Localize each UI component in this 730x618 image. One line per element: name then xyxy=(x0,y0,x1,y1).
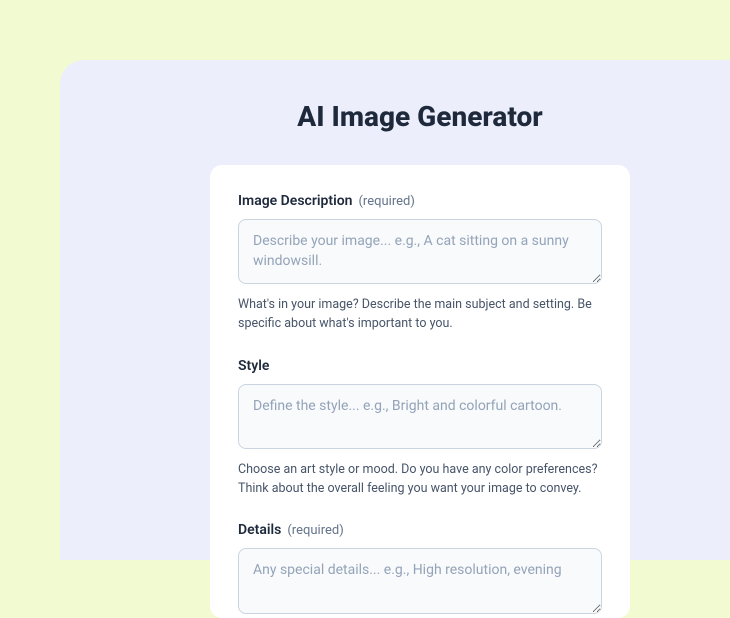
required-tag: (required) xyxy=(287,523,343,538)
image-description-input[interactable] xyxy=(238,219,602,284)
style-input[interactable] xyxy=(238,384,602,449)
field-label-details: Details xyxy=(238,522,281,538)
field-label-style: Style xyxy=(238,358,269,374)
field-style: Style Choose an art style or mood. Do yo… xyxy=(238,358,602,499)
main-panel: AI Image Generator Image Description (re… xyxy=(60,60,730,560)
field-image-description: Image Description (required) What's in y… xyxy=(238,193,602,334)
label-row: Style xyxy=(238,358,602,374)
page-title: AI Image Generator xyxy=(60,100,730,133)
label-row: Details (required) xyxy=(238,522,602,538)
field-label-image-description: Image Description xyxy=(238,193,352,209)
details-input[interactable] xyxy=(238,548,602,613)
help-text-style: Choose an art style or mood. Do you have… xyxy=(238,461,602,499)
form-card: Image Description (required) What's in y… xyxy=(210,165,630,618)
required-tag: (required) xyxy=(358,194,414,209)
label-row: Image Description (required) xyxy=(238,193,602,209)
field-details: Details (required) xyxy=(238,522,602,617)
help-text-image-description: What's in your image? Describe the main … xyxy=(238,296,602,334)
